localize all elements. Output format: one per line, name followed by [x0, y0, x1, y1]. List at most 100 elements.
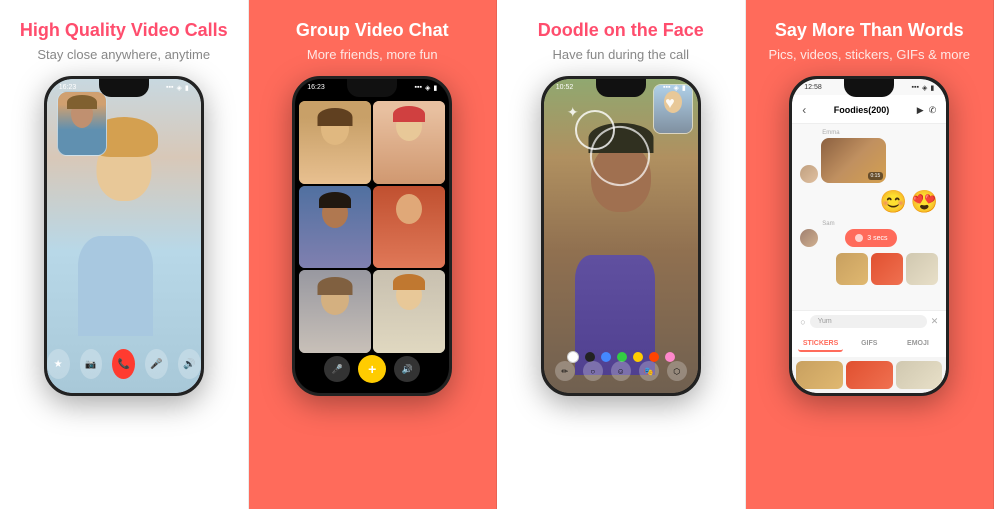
msg-with-avatar-1: 0:15 [800, 138, 938, 183]
msg-with-avatar-2: 3 secs [800, 229, 938, 247]
group-controls: 🎤 + 🔊 [295, 355, 449, 383]
panel-video-calls: High Quality Video Calls Stay close anyw… [0, 0, 249, 509]
avatar-emma [800, 165, 818, 183]
small-video-overlay [57, 91, 107, 156]
status-bar-1: 16:23 ▪▪▪ ◈ ▮ [47, 84, 201, 92]
status-bar-2: 16:23 ▪▪▪ ◈ ▮ [295, 84, 449, 92]
time-display-4: 12:58 [804, 84, 822, 92]
phone-3: ♥ ✦ 10:52 ▪▪▪ ◈ ▮ [541, 76, 701, 396]
panel-group-chat: Group Video Chat More friends, more fun … [249, 0, 498, 509]
doodle-swirl: ✦ [567, 104, 579, 121]
chat-input[interactable]: Yum [810, 315, 927, 328]
chat-action-icons: ▶ ✆ [917, 105, 936, 116]
voice-call-icon[interactable]: ✆ [929, 105, 937, 116]
panel-4-title: Say More Than Words [775, 20, 964, 41]
panel-chat: Say More Than Words Pics, videos, sticke… [746, 0, 994, 509]
share-tool[interactable]: ⬡ [667, 361, 687, 381]
signal-icon-2: ▪▪▪ [415, 84, 422, 92]
status-bar-3: 10:52 ▪▪▪ ◈ ▮ [544, 84, 698, 92]
grid-cell-5 [299, 270, 371, 353]
chat-input-area: ○ Yum ✕ [792, 310, 946, 332]
emoji-love: 😍 [911, 189, 938, 215]
group-mic-icon: 🎤 [332, 364, 343, 375]
sticker-3[interactable] [896, 361, 943, 389]
sticker-tab-stickers[interactable]: STICKERS [798, 337, 843, 352]
sender-name-emma: Emma [822, 130, 839, 136]
video-call-icon[interactable]: ▶ [917, 105, 924, 116]
phone-3-screen: ♥ ✦ 10:52 ▪▪▪ ◈ ▮ [544, 79, 698, 393]
pencil-tool[interactable]: ✏ [555, 361, 575, 381]
end-call-button[interactable]: 📞 [112, 349, 135, 379]
video-grid [295, 79, 449, 393]
panel-3-subtitle: Have fun during the call [552, 47, 689, 62]
voice-duration: 3 secs [867, 235, 887, 242]
camera-icon: 📷 [85, 359, 96, 370]
msg-group-2: Sam 3 secs [800, 221, 938, 247]
sender-name-self: Sam [822, 221, 834, 227]
grid-cell-2 [373, 101, 445, 184]
avatar-sam [800, 229, 818, 247]
status-icons-1: ▪▪▪ ◈ ▮ [166, 84, 189, 92]
food-image-bubble: 0:15 [821, 138, 886, 183]
chat-header: ‹ Foodies(200) ▶ ✆ [792, 95, 946, 124]
signal-icon-3: ▪▪▪ [663, 84, 670, 92]
sticker-2[interactable] [846, 361, 893, 389]
wifi-icon-3: ◈ [674, 84, 679, 92]
panel-doodle: Doodle on the Face Have fun during the c… [497, 0, 746, 509]
sticker-tab-gifs[interactable]: GIFS [847, 337, 892, 352]
sticker-food-3 [906, 253, 938, 285]
circle-tool[interactable]: ○ [583, 361, 603, 381]
close-input-icon[interactable]: ✕ [931, 316, 939, 327]
panel-4-subtitle: Pics, videos, stickers, GIFs & more [768, 47, 970, 62]
video-duration: 0:15 [868, 172, 884, 180]
wifi-icon-4: ◈ [922, 84, 927, 92]
group-mic-button[interactable]: 🎤 [324, 356, 350, 382]
battery-icon-3: ▮ [682, 84, 686, 92]
phone-2: 16:23 ▪▪▪ ◈ ▮ [292, 76, 452, 396]
group-vol-button[interactable]: 🔊 [394, 356, 420, 382]
mic-icon: 🎤 [150, 359, 162, 370]
star-button[interactable]: ★ [47, 349, 70, 379]
face-tool[interactable]: ☺ [611, 361, 631, 381]
star-icon: ★ [54, 359, 63, 370]
emoji-picker-icon[interactable]: ○ [800, 317, 805, 327]
phone-4-screen: 12:58 ▪▪▪ ◈ ▮ ‹ Foodies(200) ▶ ✆ [792, 79, 946, 393]
battery-icon: ▮ [185, 84, 189, 92]
sticker-tab-emoji[interactable]: EMOJI [896, 337, 941, 352]
sticker-food-2 [871, 253, 903, 285]
hair-g6 [393, 274, 425, 290]
grid-cell-4 [373, 186, 445, 269]
call-controls: ★ 📷 📞 🎤 🔊 [47, 349, 201, 379]
small-hair [67, 95, 97, 109]
panel-2-title: Group Video Chat [296, 20, 449, 41]
tool-icons-row: ✏ ○ ☺ 🎭 ⬡ [544, 361, 698, 381]
voice-dot [855, 234, 863, 242]
emoji-smile: 😊 [879, 189, 906, 215]
msg-group-1: Emma 0:15 [800, 130, 938, 183]
mic-button[interactable]: 🎤 [145, 349, 168, 379]
emoji-row: 😊 😍 [800, 189, 938, 215]
chat-messages: Emma 0:15 😊 😍 Sam [792, 124, 946, 310]
phone-4: 12:58 ▪▪▪ ◈ ▮ ‹ Foodies(200) ▶ ✆ [789, 76, 949, 396]
voice-message: 3 secs [845, 229, 897, 247]
grid-cell-1 [299, 101, 371, 184]
phone-1-screen: 16:23 ▪▪▪ ◈ ▮ ★ 📷 📞 [47, 79, 201, 393]
camera-button[interactable]: 📷 [80, 349, 103, 379]
grid-cell-6 [373, 270, 445, 353]
time-display-2: 16:23 [307, 84, 325, 92]
phone-1: 16:23 ▪▪▪ ◈ ▮ ★ 📷 📞 [44, 76, 204, 396]
doodle-heart: ♥ [665, 95, 675, 113]
grid-cell-3 [299, 186, 371, 269]
hair-g2 [393, 106, 425, 122]
add-person-button[interactable]: + [358, 355, 386, 383]
mask-tool[interactable]: 🎭 [639, 361, 659, 381]
doodle-screen: ♥ ✦ 10:52 ▪▪▪ ◈ ▮ [544, 79, 698, 393]
volume-button[interactable]: 🔊 [178, 349, 201, 379]
status-icons-2: ▪▪▪ ◈ ▮ [415, 84, 438, 92]
sticker-1[interactable] [796, 361, 843, 389]
add-icon: + [368, 361, 376, 377]
status-bar-4: 12:58 ▪▪▪ ◈ ▮ [792, 84, 946, 92]
phone-icon: 📞 [118, 359, 130, 370]
panel-2-subtitle: More friends, more fun [307, 47, 438, 62]
phone-2-screen: 16:23 ▪▪▪ ◈ ▮ [295, 79, 449, 393]
